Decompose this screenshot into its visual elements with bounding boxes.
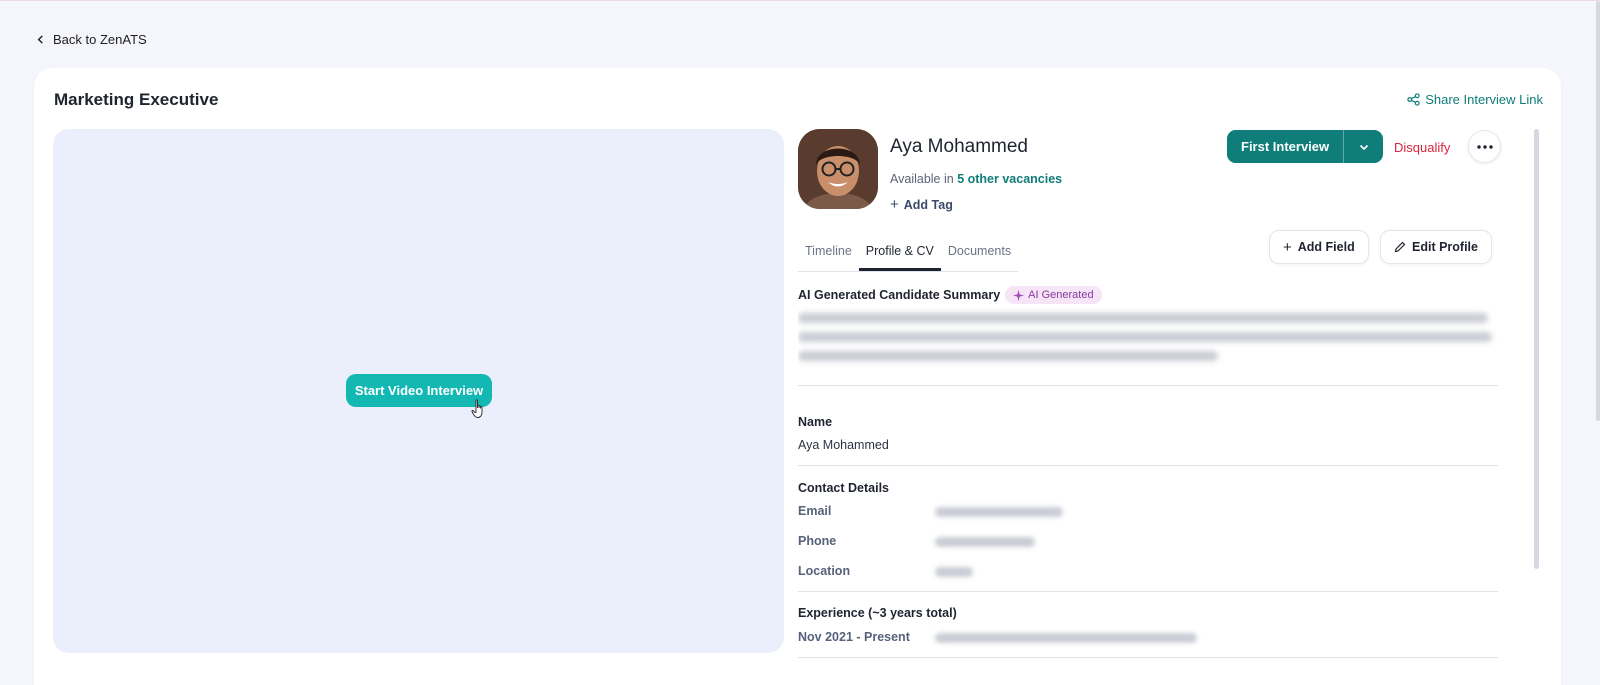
location-label: Location xyxy=(798,564,851,578)
share-link-label: Share Interview Link xyxy=(1425,92,1543,107)
ai-summary-text-redacted xyxy=(798,313,1498,370)
divider xyxy=(798,385,1498,386)
page-title: Marketing Executive xyxy=(54,90,219,109)
stage-button-group: First Interview xyxy=(1227,130,1384,163)
back-link-label: Back to ZenATS xyxy=(53,32,147,47)
page-scrollbar[interactable] xyxy=(1596,1,1600,421)
candidate-profile-panel: Aya Mohammed Available in 5 other vacanc… xyxy=(798,129,1516,685)
add-field-button[interactable]: + Add Field xyxy=(1269,230,1369,264)
divider xyxy=(798,591,1498,592)
candidate-name: Aya Mohammed xyxy=(890,136,1028,157)
plus-icon: + xyxy=(1283,238,1292,256)
ai-generated-badge: AI Generated xyxy=(1005,286,1102,304)
contact-details-title: Contact Details xyxy=(798,481,889,495)
interview-card: Marketing Executive Share Interview Link… xyxy=(34,68,1561,685)
edit-profile-button[interactable]: Edit Profile xyxy=(1380,230,1492,264)
experience-value-redacted xyxy=(935,633,1197,643)
tab-profile-cv[interactable]: Profile & CV xyxy=(858,234,941,271)
sparkle-icon xyxy=(1013,289,1025,301)
name-value: Aya Mohammed xyxy=(798,438,889,452)
add-tag-button[interactable]: + Add Tag xyxy=(890,196,953,213)
tab-timeline[interactable]: Timeline xyxy=(798,234,859,271)
pencil-icon xyxy=(1394,241,1406,253)
share-icon xyxy=(1407,93,1420,106)
tab-documents[interactable]: Documents xyxy=(941,234,1018,271)
add-field-label: Add Field xyxy=(1297,240,1355,254)
availability-text: Available in 5 other vacancies xyxy=(890,172,1062,186)
more-horizontal-icon xyxy=(1476,144,1493,149)
disqualify-button[interactable]: Disqualify xyxy=(1394,140,1450,155)
phone-label: Phone xyxy=(798,534,837,548)
more-options-button[interactable] xyxy=(1468,130,1501,163)
ai-badge-label: AI Generated xyxy=(1028,289,1094,301)
plus-icon: + xyxy=(890,196,899,213)
availability-prefix: Available in xyxy=(890,172,958,186)
experience-title: Experience (~3 years total) xyxy=(798,606,957,620)
profile-scrollbar[interactable] xyxy=(1534,129,1539,569)
share-interview-link[interactable]: Share Interview Link xyxy=(1407,92,1543,107)
other-vacancies-link[interactable]: 5 other vacancies xyxy=(957,172,1062,186)
name-label: Name xyxy=(798,415,833,429)
video-interview-panel: Start Video Interview xyxy=(53,129,784,653)
edit-profile-label: Edit Profile xyxy=(1412,240,1478,254)
stage-dropdown-button[interactable] xyxy=(1343,130,1383,163)
profile-tabs: Timeline Profile & CV Documents xyxy=(798,234,1019,272)
ai-summary-header: AI Generated Candidate Summary AI Genera… xyxy=(798,286,1102,304)
first-interview-button[interactable]: First Interview xyxy=(1227,130,1344,163)
add-tag-label: Add Tag xyxy=(903,197,953,212)
divider xyxy=(798,465,1498,466)
phone-value-redacted xyxy=(935,537,1035,547)
avatar-portrait-icon xyxy=(798,129,878,209)
email-label: Email xyxy=(798,504,832,518)
back-to-zenats-link[interactable]: Back to ZenATS xyxy=(36,32,147,47)
email-value-redacted xyxy=(935,507,1063,517)
chevron-down-icon xyxy=(1359,144,1368,150)
experience-period: Nov 2021 - Present xyxy=(798,630,910,644)
chevron-left-icon xyxy=(37,35,43,44)
hand-pointer-icon xyxy=(471,399,483,418)
ai-summary-title: AI Generated Candidate Summary xyxy=(798,288,1001,302)
candidate-avatar xyxy=(798,129,878,209)
location-value-redacted xyxy=(935,567,973,577)
divider xyxy=(798,657,1498,658)
